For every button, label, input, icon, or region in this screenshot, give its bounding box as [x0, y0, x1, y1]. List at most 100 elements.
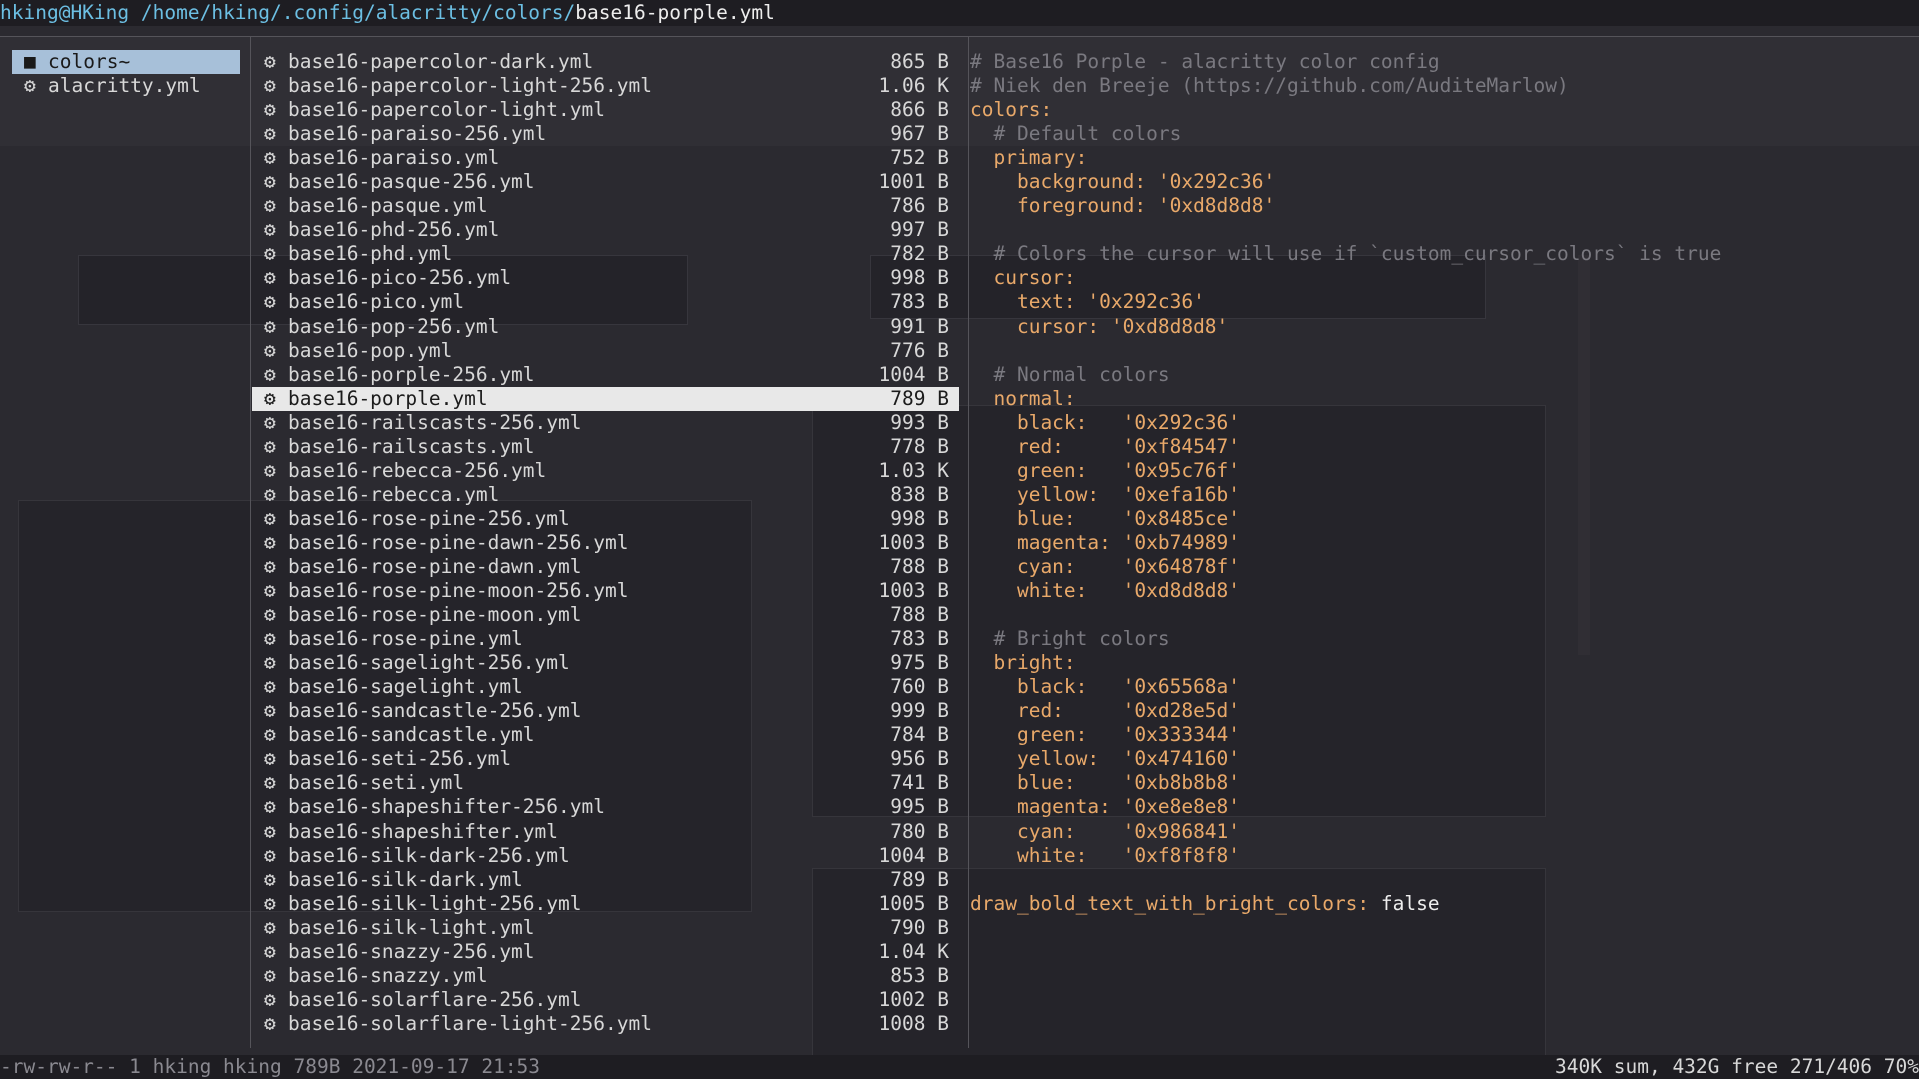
file-entry[interactable]: ⚙ base16-railscasts.yml 778 B: [252, 435, 959, 459]
file-size: 1002 B: [878, 987, 949, 1011]
file-entry[interactable]: ⚙ base16-sandcastle-256.yml 999 B: [252, 699, 959, 723]
file-entry[interactable]: ⚙ base16-seti.yml 741 B: [252, 771, 959, 795]
gear-icon: ⚙: [264, 795, 276, 819]
file-size: 999 B: [890, 699, 949, 723]
file-entry[interactable]: ⚙ base16-pop.yml 776 B: [252, 339, 959, 363]
file-entry[interactable]: ⚙ base16-snazzy.yml 853 B: [252, 964, 959, 988]
parent-directory-pane: ■ colors~ ⚙ alacritty.yml: [12, 50, 240, 98]
file-name: base16-rose-pine-256.yml: [288, 506, 570, 530]
file-entry[interactable]: ⚙ base16-snazzy-256.yml 1.04 K: [252, 940, 959, 964]
file-entry[interactable]: ⚙ base16-pasque.yml 786 B: [252, 194, 959, 218]
file-entry[interactable]: ⚙ base16-porple-256.yml 1004 B: [252, 363, 959, 387]
file-entry[interactable]: ⚙ base16-paraiso.yml 752 B: [252, 146, 959, 170]
file-name: base16-pasque-256.yml: [288, 170, 535, 194]
gear-icon: ⚙: [264, 122, 276, 146]
gear-icon: ⚙: [264, 891, 276, 915]
preview-value: '0xf84547': [1122, 434, 1241, 458]
gear-icon: ⚙: [264, 554, 276, 578]
file-entry[interactable]: ⚙ base16-phd-256.yml 997 B: [252, 218, 959, 242]
file-entry[interactable]: ⚙ base16-railscasts-256.yml 993 B: [252, 411, 959, 435]
file-list-pane: ⚙ base16-papercolor-dark.yml 865 B ⚙ base16-…: [252, 50, 959, 1036]
gear-icon: ⚙: [264, 458, 276, 482]
preview-line: cursor:: [970, 266, 1910, 290]
preview-line: white: '0xd8d8d8': [970, 579, 1910, 603]
parent-entry[interactable]: ■ colors~: [12, 50, 240, 75]
file-name: base16-sandcastle.yml: [288, 723, 535, 747]
file-entry[interactable]: ⚙ base16-pasque-256.yml 1001 B: [252, 170, 959, 194]
preview-key: magenta:: [970, 530, 1123, 554]
file-size: 975 B: [890, 651, 949, 675]
disk-summary: 340K sum, 432G free 271/406 70%: [1555, 1055, 1919, 1078]
preview-value: '0x64878f': [1122, 554, 1241, 578]
preview-line: # Normal colors: [970, 363, 1910, 387]
file-entry[interactable]: ⚙ base16-papercolor-light.yml 866 B: [252, 98, 959, 122]
preview-line: colors:: [970, 98, 1910, 122]
file-entry[interactable]: ⚙ base16-phd.yml 782 B: [252, 242, 959, 266]
preview-key: black:: [970, 410, 1123, 434]
gear-icon: ⚙: [264, 771, 276, 795]
file-entry[interactable]: ⚙ base16-seti-256.yml 956 B: [252, 747, 959, 771]
preview-comment: # Niek den Breeje (https://github.com/Au…: [970, 74, 1569, 98]
file-size: 993 B: [890, 410, 949, 434]
file-name: base16-rose-pine-dawn-256.yml: [288, 530, 629, 554]
file-size: 1004 B: [878, 843, 949, 867]
file-name: base16-railscasts.yml: [288, 434, 535, 458]
file-entry[interactable]: ⚙ base16-rose-pine-moon.yml 788 B: [252, 603, 959, 627]
file-entry[interactable]: ⚙ base16-paraiso-256.yml 967 B: [252, 122, 959, 146]
file-name: base16-sandcastle-256.yml: [288, 699, 582, 723]
file-name: base16-snazzy.yml: [288, 963, 488, 987]
preview-key: cursor:: [970, 314, 1111, 338]
file-entry[interactable]: ⚙ base16-rose-pine.yml 783 B: [252, 627, 959, 651]
preview-key: cursor:: [970, 266, 1076, 290]
file-entry[interactable]: ⚙ base16-papercolor-light-256.yml 1.06 K: [252, 74, 959, 98]
file-name: base16-rose-pine-moon.yml: [288, 603, 582, 627]
preview-line: black: '0x65568a': [970, 675, 1910, 699]
file-size: 967 B: [890, 122, 949, 146]
file-entry[interactable]: ⚙ base16-sandcastle.yml 784 B: [252, 723, 959, 747]
file-entry[interactable]: ⚙ base16-silk-light-256.yml 1005 B: [252, 892, 959, 916]
file-entry[interactable]: ⚙ base16-silk-light.yml 790 B: [252, 916, 959, 940]
file-entry[interactable]: ⚙ base16-solarflare-256.yml 1002 B: [252, 988, 959, 1012]
file-entry[interactable]: ⚙ base16-sagelight.yml 760 B: [252, 675, 959, 699]
current-file: base16-porple.yml: [575, 1, 775, 24]
file-entry[interactable]: ⚙ base16-shapeshifter-256.yml 995 B: [252, 795, 959, 819]
preview-comment: # Base16 Porple - alacritty color config: [970, 50, 1440, 73]
preview-value: '0x292c36': [1122, 410, 1241, 434]
file-entry[interactable]: ⚙ base16-rose-pine-moon-256.yml 1003 B: [252, 579, 959, 603]
preview-line: red: '0xd28e5d': [970, 699, 1910, 723]
preview-key: cyan:: [970, 819, 1123, 843]
file-entry[interactable]: ⚙ base16-rebecca-256.yml 1.03 K: [252, 459, 959, 483]
file-entry[interactable]: ⚙ base16-pico-256.yml 998 B: [252, 266, 959, 290]
file-entry-selected[interactable]: ⚙ base16-porple.yml 789 B: [252, 386, 959, 411]
parent-entry[interactable]: ⚙ alacritty.yml: [12, 74, 240, 98]
file-name: base16-rose-pine-dawn.yml: [288, 554, 582, 578]
file-entry[interactable]: ⚙ base16-sagelight-256.yml 975 B: [252, 651, 959, 675]
preview-value: '0xd8d8d8': [1122, 579, 1241, 603]
file-size: 1.06 K: [878, 74, 949, 98]
preview-key: green:: [970, 458, 1123, 482]
file-entry[interactable]: ⚙ base16-pop-256.yml 991 B: [252, 315, 959, 339]
gear-icon: ⚙: [264, 98, 276, 122]
file-name: base16-solarflare-light-256.yml: [288, 1011, 652, 1035]
gear-icon: ⚙: [264, 963, 276, 987]
preview-line: green: '0x95c76f': [970, 459, 1910, 483]
file-size: 997 B: [890, 218, 949, 242]
file-entry[interactable]: ⚙ base16-rose-pine-256.yml 998 B: [252, 507, 959, 531]
file-entry[interactable]: ⚙ base16-papercolor-dark.yml 865 B: [252, 50, 959, 74]
file-entry[interactable]: ⚙ base16-silk-dark.yml 789 B: [252, 868, 959, 892]
preview-line: black: '0x292c36': [970, 411, 1910, 435]
preview-key: normal:: [970, 386, 1076, 410]
file-entry[interactable]: ⚙ base16-rebecca.yml 838 B: [252, 483, 959, 507]
file-entry[interactable]: ⚙ base16-solarflare-light-256.yml 1008 B: [252, 1012, 959, 1036]
file-entry[interactable]: ⚙ base16-rose-pine-dawn-256.yml 1003 B: [252, 531, 959, 555]
file-entry[interactable]: ⚙ base16-pico.yml 783 B: [252, 290, 959, 314]
preview-key: background:: [970, 170, 1158, 194]
file-size: 956 B: [890, 747, 949, 771]
terminal-title-bar: hking@HKing /home/hking/.config/alacritt…: [0, 0, 1919, 26]
file-name: base16-pop-256.yml: [288, 314, 500, 338]
preview-line: cyan: '0x64878f': [970, 555, 1910, 579]
file-entry[interactable]: ⚙ base16-silk-dark-256.yml 1004 B: [252, 844, 959, 868]
file-entry[interactable]: ⚙ base16-rose-pine-dawn.yml 788 B: [252, 555, 959, 579]
file-entry[interactable]: ⚙ base16-shapeshifter.yml 780 B: [252, 820, 959, 844]
file-name: base16-rose-pine.yml: [288, 627, 523, 651]
